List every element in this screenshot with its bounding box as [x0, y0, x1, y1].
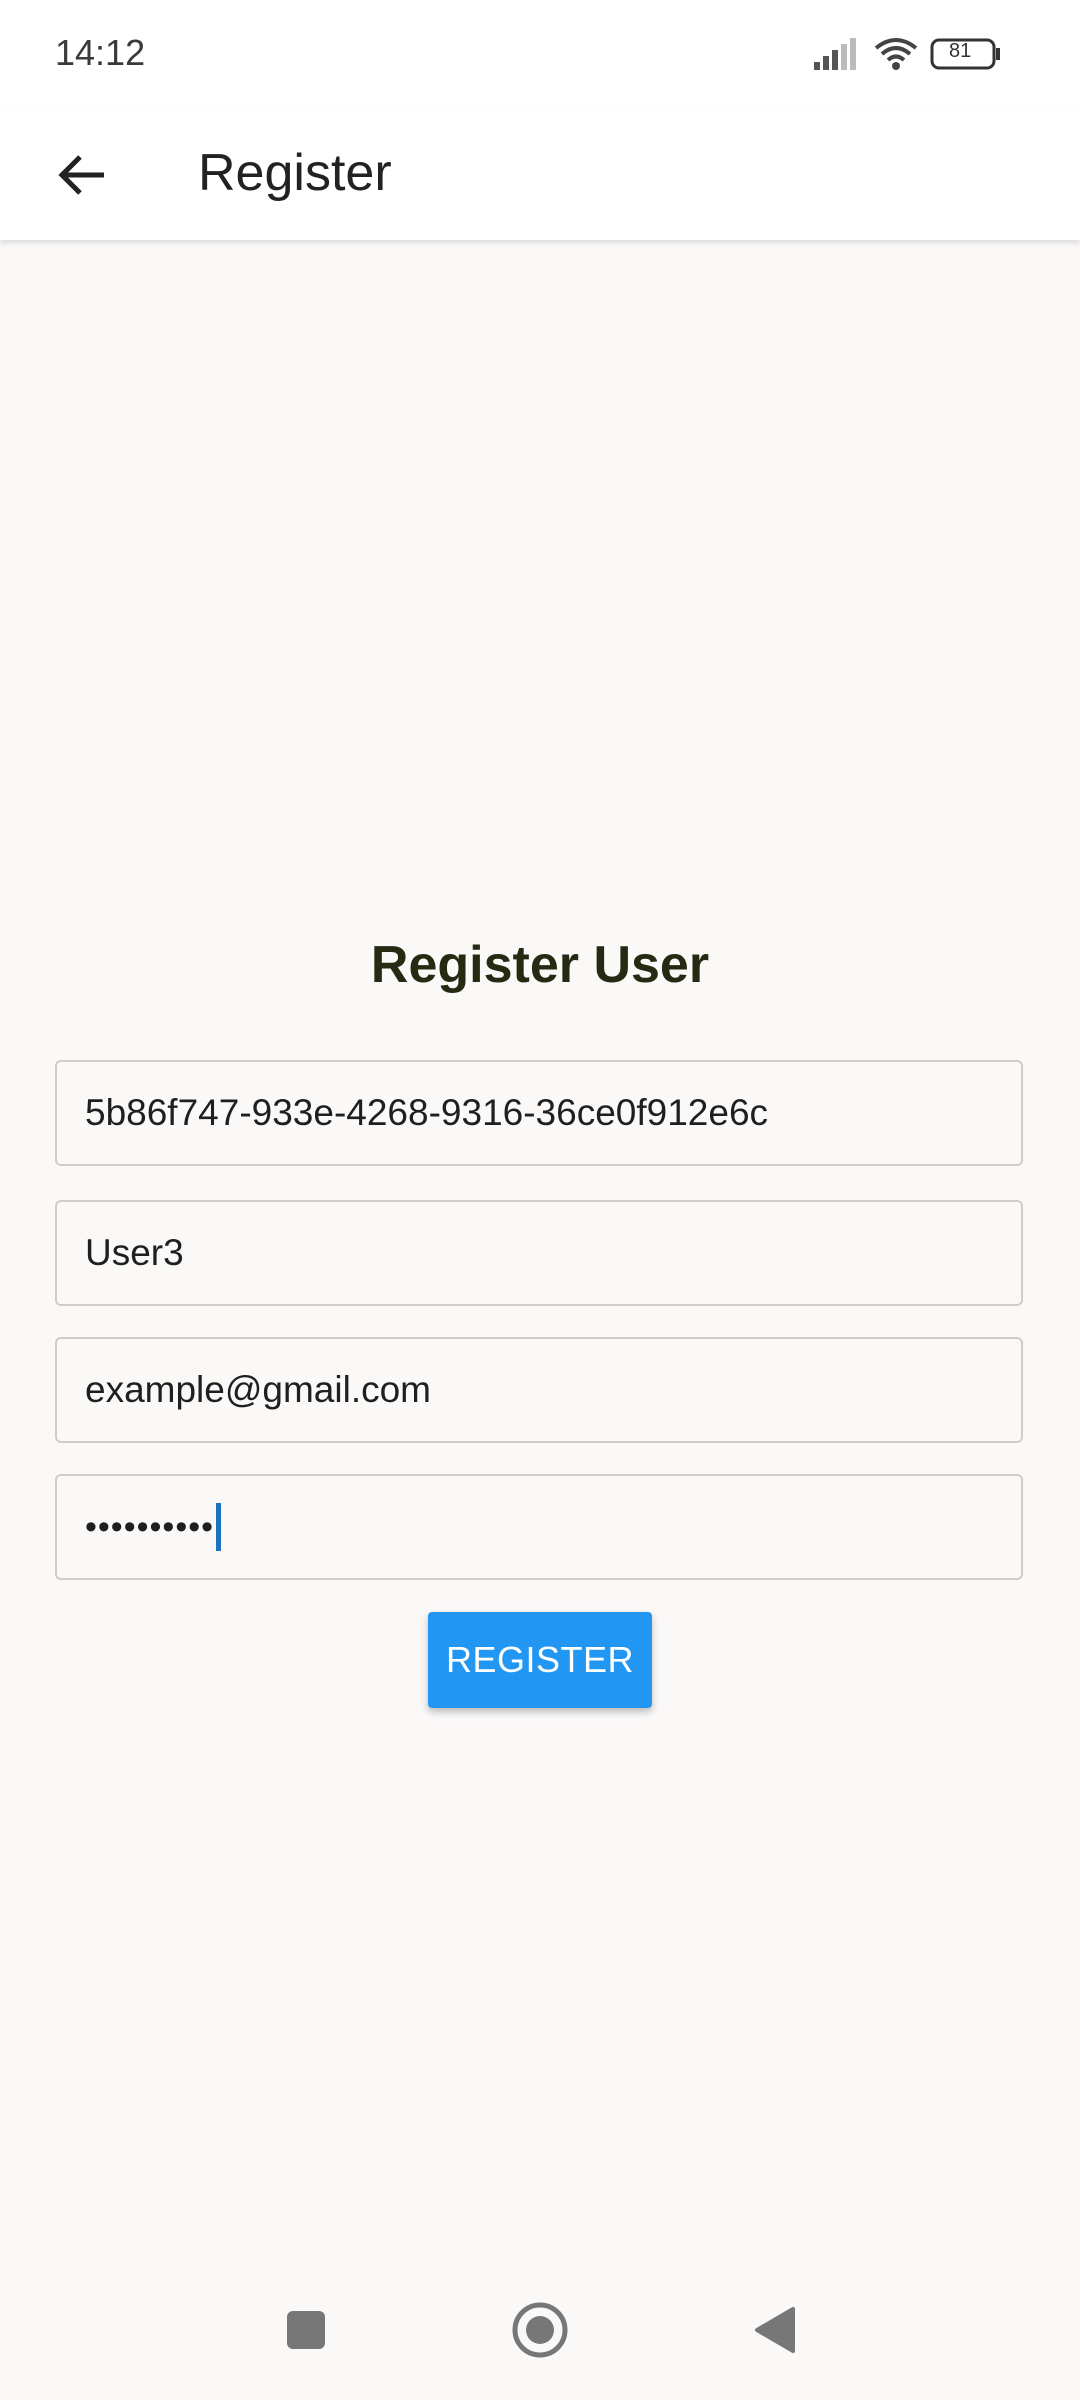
password-field-value: •••••••••• — [85, 1507, 215, 1546]
back-button[interactable] — [40, 133, 124, 217]
wifi-icon — [874, 38, 918, 70]
square-recents-icon — [287, 2311, 325, 2349]
text-cursor — [216, 1503, 222, 1551]
email-field[interactable]: example@gmail.com — [55, 1337, 1023, 1443]
triangle-back-icon — [755, 2307, 795, 2353]
form-title: Register User — [370, 936, 710, 994]
username-field[interactable]: User3 — [55, 1200, 1023, 1306]
status-icons: 81 — [814, 36, 1014, 72]
status-time: 14:12 — [55, 32, 146, 73]
register-button[interactable]: REGISTER — [428, 1612, 652, 1708]
status-bar: 14:12 81 — [0, 0, 1080, 110]
system-nav-bar — [0, 2290, 1080, 2370]
username-field-value: User3 — [85, 1232, 184, 1273]
id-field-value: 5b86f747-933e-4268-9316-36ce0f912e6c — [85, 1092, 769, 1133]
page-title: Register — [198, 144, 392, 202]
app-bar: Register — [0, 110, 1080, 240]
signal-icon — [814, 38, 856, 70]
circle-home-icon — [512, 2302, 568, 2358]
arrow-left-icon — [58, 155, 104, 195]
email-field-value: example@gmail.com — [85, 1369, 432, 1410]
password-field[interactable]: •••••••••• — [55, 1474, 1023, 1580]
home-button[interactable] — [500, 2290, 580, 2370]
recents-button[interactable] — [266, 2290, 346, 2370]
id-field[interactable]: 5b86f747-933e-4268-9316-36ce0f912e6c — [55, 1060, 1023, 1166]
system-back-button[interactable] — [734, 2290, 814, 2370]
battery-level: 81 — [949, 40, 972, 62]
